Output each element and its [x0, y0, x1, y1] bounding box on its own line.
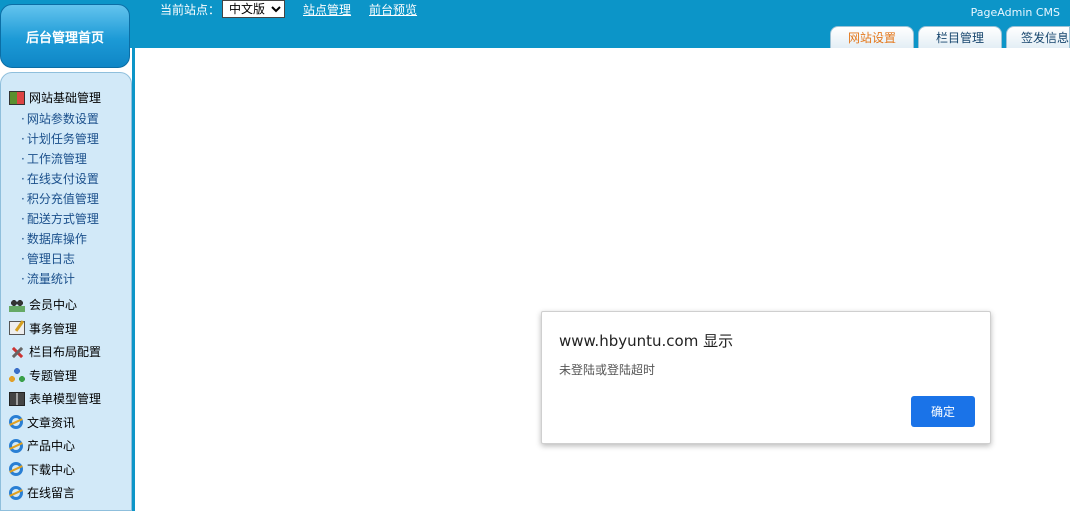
admin-home-button[interactable]: 后台管理首页: [0, 4, 130, 68]
sidebar-item-label: 在线留言: [27, 486, 76, 501]
site-selector-area: 当前站点： 中文版 站点管理 前台预览: [160, 0, 417, 18]
sidebar-sub-item[interactable]: · 计划任务管理: [21, 129, 99, 149]
dialog-message: 未登陆或登陆超时: [559, 363, 656, 377]
tab-column-management[interactable]: 栏目管理: [918, 26, 1002, 48]
sidebar-item-downloads[interactable]: 下载中心: [9, 458, 101, 482]
book-icon: [9, 391, 25, 406]
sidebar-sub-item-label: 数据库操作: [26, 232, 87, 246]
sidebar: 网站基础管理 · 网站参数设置 · 计划任务管理 · 工作流管理 · 在线支付设置 · 积…: [0, 72, 132, 511]
sidebar-divider: [132, 48, 135, 511]
dialog-ok-button[interactable]: 确定: [911, 396, 975, 427]
sidebar-sub-item-label: 在线支付设置: [26, 172, 99, 186]
ie-icon: [9, 462, 23, 477]
tab-publish-info[interactable]: 签发信息: [1006, 26, 1070, 48]
ie-icon: [9, 485, 23, 500]
tab-site-settings[interactable]: 网站设置: [830, 26, 914, 48]
sidebar-sub-item-label: 管理日志: [26, 252, 75, 266]
sidebar-item-label: 栏目布局配置: [29, 345, 102, 360]
sidebar-item-topics[interactable]: 专题管理: [9, 364, 101, 388]
site-management-link[interactable]: 站点管理: [303, 1, 351, 18]
sidebar-item-affairs[interactable]: 事务管理: [9, 317, 101, 341]
sidebar-sub-item[interactable]: · 工作流管理: [21, 149, 99, 169]
sidebar-item-products[interactable]: 产品中心: [9, 434, 101, 458]
sidebar-item-label: 会员中心: [29, 298, 78, 313]
ie-icon: [9, 438, 23, 453]
sidebar-sub-list: · 网站参数设置 · 计划任务管理 · 工作流管理 · 在线支付设置 · 积分充值管理 ·…: [21, 109, 99, 289]
tools-icon: [9, 345, 25, 359]
site-select[interactable]: 中文版: [222, 0, 286, 18]
sidebar-item-form-models[interactable]: 表单模型管理: [9, 387, 101, 411]
site-label: 当前站点：: [160, 2, 221, 17]
sidebar-sub-item-label: 配送方式管理: [26, 212, 99, 226]
bullet-dot-icon: ·: [21, 152, 25, 166]
sidebar-group-label: 网站基础管理: [29, 91, 102, 105]
tab-bar: 网站设置 栏目管理 签发信息: [830, 26, 1070, 48]
sidebar-sub-item[interactable]: · 流量统计: [21, 269, 99, 289]
sidebar-sub-item[interactable]: · 管理日志: [21, 249, 99, 269]
sidebar-sub-item[interactable]: · 配送方式管理: [21, 209, 99, 229]
sidebar-sub-item[interactable]: · 网站参数设置: [21, 109, 99, 129]
top-header-bar: 当前站点： 中文版 站点管理 前台预览 PageAdmin CMS 网站设置 栏…: [0, 0, 1070, 48]
site-base-icon: [9, 90, 25, 105]
sidebar-item-label: 事务管理: [29, 321, 78, 336]
edit-icon: [9, 321, 25, 336]
sidebar-item-articles[interactable]: 文章资讯: [9, 411, 101, 435]
sidebar-item-label: 文章资讯: [27, 415, 76, 430]
bullet-dot-icon: ·: [21, 232, 25, 246]
sidebar-item-label: 专题管理: [29, 368, 78, 383]
sidebar-item-label: 下载中心: [27, 462, 76, 477]
sidebar-sub-item[interactable]: · 数据库操作: [21, 229, 99, 249]
sidebar-item-member-center[interactable]: 会员中心: [9, 293, 101, 317]
bullet-dot-icon: ·: [21, 132, 25, 146]
sidebar-item-layout-config[interactable]: 栏目布局配置: [9, 340, 101, 364]
bullet-dot-icon: ·: [21, 252, 25, 266]
bullet-dot-icon: ·: [21, 172, 25, 186]
sidebar-sub-item-label: 积分充值管理: [26, 192, 99, 206]
alert-dialog: www.hbyuntu.com 显示 未登陆或登陆超时 确定: [541, 311, 991, 444]
ie-icon: [9, 415, 23, 430]
bullet-dot-icon: ·: [21, 272, 25, 286]
sidebar-sub-item-label: 计划任务管理: [26, 132, 99, 146]
bullet-dot-icon: ·: [21, 212, 25, 226]
sidebar-group-title[interactable]: 网站基础管理: [9, 89, 101, 106]
sidebar-item-label: 产品中心: [27, 439, 76, 454]
bullet-dot-icon: ·: [21, 192, 25, 206]
app-window: 当前站点： 中文版 站点管理 前台预览 PageAdmin CMS 网站设置 栏…: [0, 0, 1070, 511]
dialog-title: www.hbyuntu.com 显示: [559, 332, 734, 350]
org-icon: [9, 368, 25, 383]
sidebar-menu-list: 会员中心 事务管理 栏目布局配置 专题管理 表单模型管理 文章资讯 产品中心 下…: [9, 293, 101, 505]
people-icon: [9, 297, 25, 312]
sidebar-sub-item-label: 工作流管理: [26, 152, 87, 166]
sidebar-item-label: 表单模型管理: [29, 392, 102, 407]
sidebar-item-messages[interactable]: 在线留言: [9, 481, 101, 505]
sidebar-sub-item[interactable]: · 在线支付设置: [21, 169, 99, 189]
bullet-dot-icon: ·: [21, 112, 25, 126]
brand-text: PageAdmin CMS: [970, 6, 1060, 19]
sidebar-sub-item-label: 网站参数设置: [26, 112, 99, 126]
front-preview-link[interactable]: 前台预览: [369, 1, 417, 18]
sidebar-sub-item[interactable]: · 积分充值管理: [21, 189, 99, 209]
sidebar-sub-item-label: 流量统计: [26, 272, 75, 286]
